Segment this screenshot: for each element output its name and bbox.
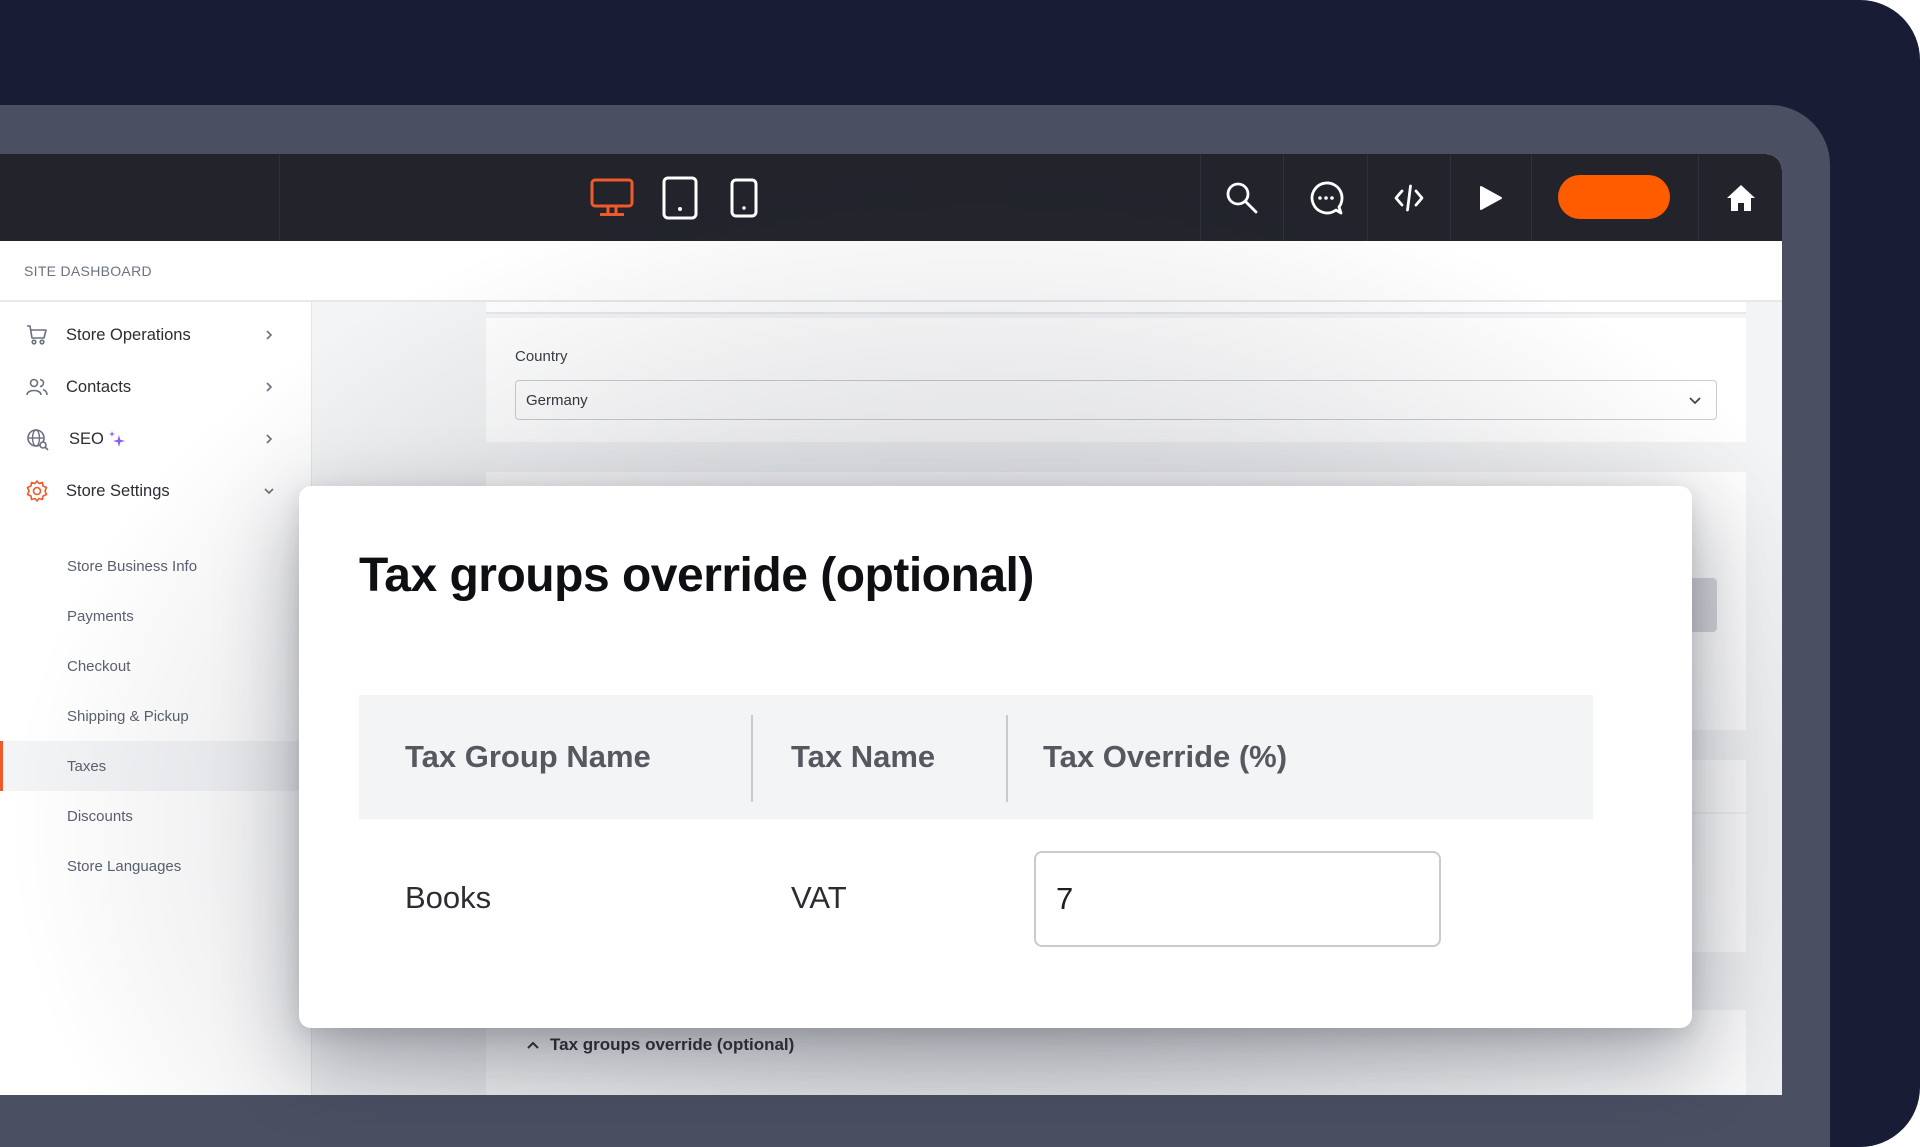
search-icon [1226,182,1258,213]
chat-bubble-icon [1310,181,1343,214]
sidebar-item-store-settings[interactable]: Store Settings [0,465,311,517]
tax-override-input[interactable] [1034,851,1441,947]
sidebar-item-store-operations[interactable]: Store Operations [0,309,311,361]
users-icon [26,378,48,396]
column-header-tax-group-name: Tax Group Name [405,739,651,774]
globe-search-icon [27,429,49,451]
tax-groups-override-modal: Tax groups override (optional) Tax Group… [299,486,1692,1028]
chevron-right-icon [266,434,273,444]
column-divider[interactable] [1006,715,1008,802]
sidebar-subitem-label: Checkout [67,657,131,675]
code-button[interactable] [1368,154,1450,241]
sidebar-item-label: SEO [69,429,104,448]
sidebar-subitem-label: Payments [67,607,134,625]
sidebar-item-contacts[interactable]: Contacts [0,361,311,413]
sidebar-item-seo[interactable]: SEO [0,413,311,465]
play-icon [1480,185,1502,210]
toolbar-divider [1531,154,1532,241]
column-divider[interactable] [751,715,753,802]
tablet-view-button[interactable] [662,176,698,225]
modal-title: Tax groups override (optional) [359,549,1034,602]
tablet-icon [662,176,698,220]
table-header: Tax Group Name Tax Name Tax Override (%) [359,695,1593,819]
code-icon [1394,184,1424,211]
sidebar-subitem-store-business-info[interactable]: Store Business Info [0,541,311,591]
sidebar-subitem-store-languages[interactable]: Store Languages [0,841,311,891]
desktop-view-button[interactable] [590,178,634,223]
sidebar-subitem-checkout[interactable]: Checkout [0,641,311,691]
chevron-down-icon [264,488,274,495]
chevron-right-icon [266,330,273,340]
sidebar-subitem-label: Store Languages [67,857,182,875]
content-panel-top [486,302,1746,314]
chevron-up-icon [527,1041,539,1049]
editor-toolbar [0,154,1782,241]
sidebar-subitem-label: Store Business Info [67,557,198,575]
toolbar-divider [279,154,280,241]
country-select[interactable]: Germany [515,380,1717,420]
sparkle-icon [109,431,125,447]
sidebar-subitem-taxes[interactable]: Taxes [0,741,311,791]
cart-icon [27,325,47,345]
accordion-label: Tax groups override (optional) [550,1035,795,1054]
country-value: Germany [526,392,588,409]
preview-button[interactable] [1451,154,1531,241]
sidebar-subitem-payments[interactable]: Payments [0,591,311,641]
chevron-right-icon [266,382,273,392]
tax-name-cell: VAT [791,880,847,915]
sidebar-item-label: Contacts [66,377,132,396]
breadcrumb-bar: SITE DASHBOARD [0,241,1782,302]
tax-group-name-cell: Books [405,880,492,915]
sidebar: Store Operations Contacts SEO Store Sett… [0,302,312,1095]
publish-button[interactable] [1558,175,1670,219]
column-header-tax-override: Tax Override (%) [1043,739,1288,774]
sidebar-subitem-label: Discounts [67,807,133,825]
sidebar-subitem-shipping-pickup[interactable]: Shipping & Pickup [0,691,311,741]
home-button[interactable] [1699,154,1782,241]
tax-groups-accordion-toggle[interactable]: Tax groups override (optional) [526,1035,794,1055]
chevron-down-icon [1689,397,1701,405]
sidebar-item-label: Store Operations [66,325,191,344]
sidebar-subitem-label: Shipping & Pickup [67,707,189,725]
gear-icon [26,480,48,502]
country-label: Country [515,348,568,365]
breadcrumb[interactable]: SITE DASHBOARD [24,263,152,279]
column-header-tax-name: Tax Name [791,739,936,774]
sidebar-subitem-discounts[interactable]: Discounts [0,791,311,841]
search-button[interactable] [1201,154,1283,241]
sidebar-subitem-label: Taxes [67,757,107,775]
sidebar-item-label: Store Settings [66,481,170,500]
desktop-icon [590,178,634,216]
mobile-icon [730,178,758,218]
mobile-view-button[interactable] [730,178,758,223]
comments-button[interactable] [1284,154,1367,241]
home-icon [1726,184,1755,211]
